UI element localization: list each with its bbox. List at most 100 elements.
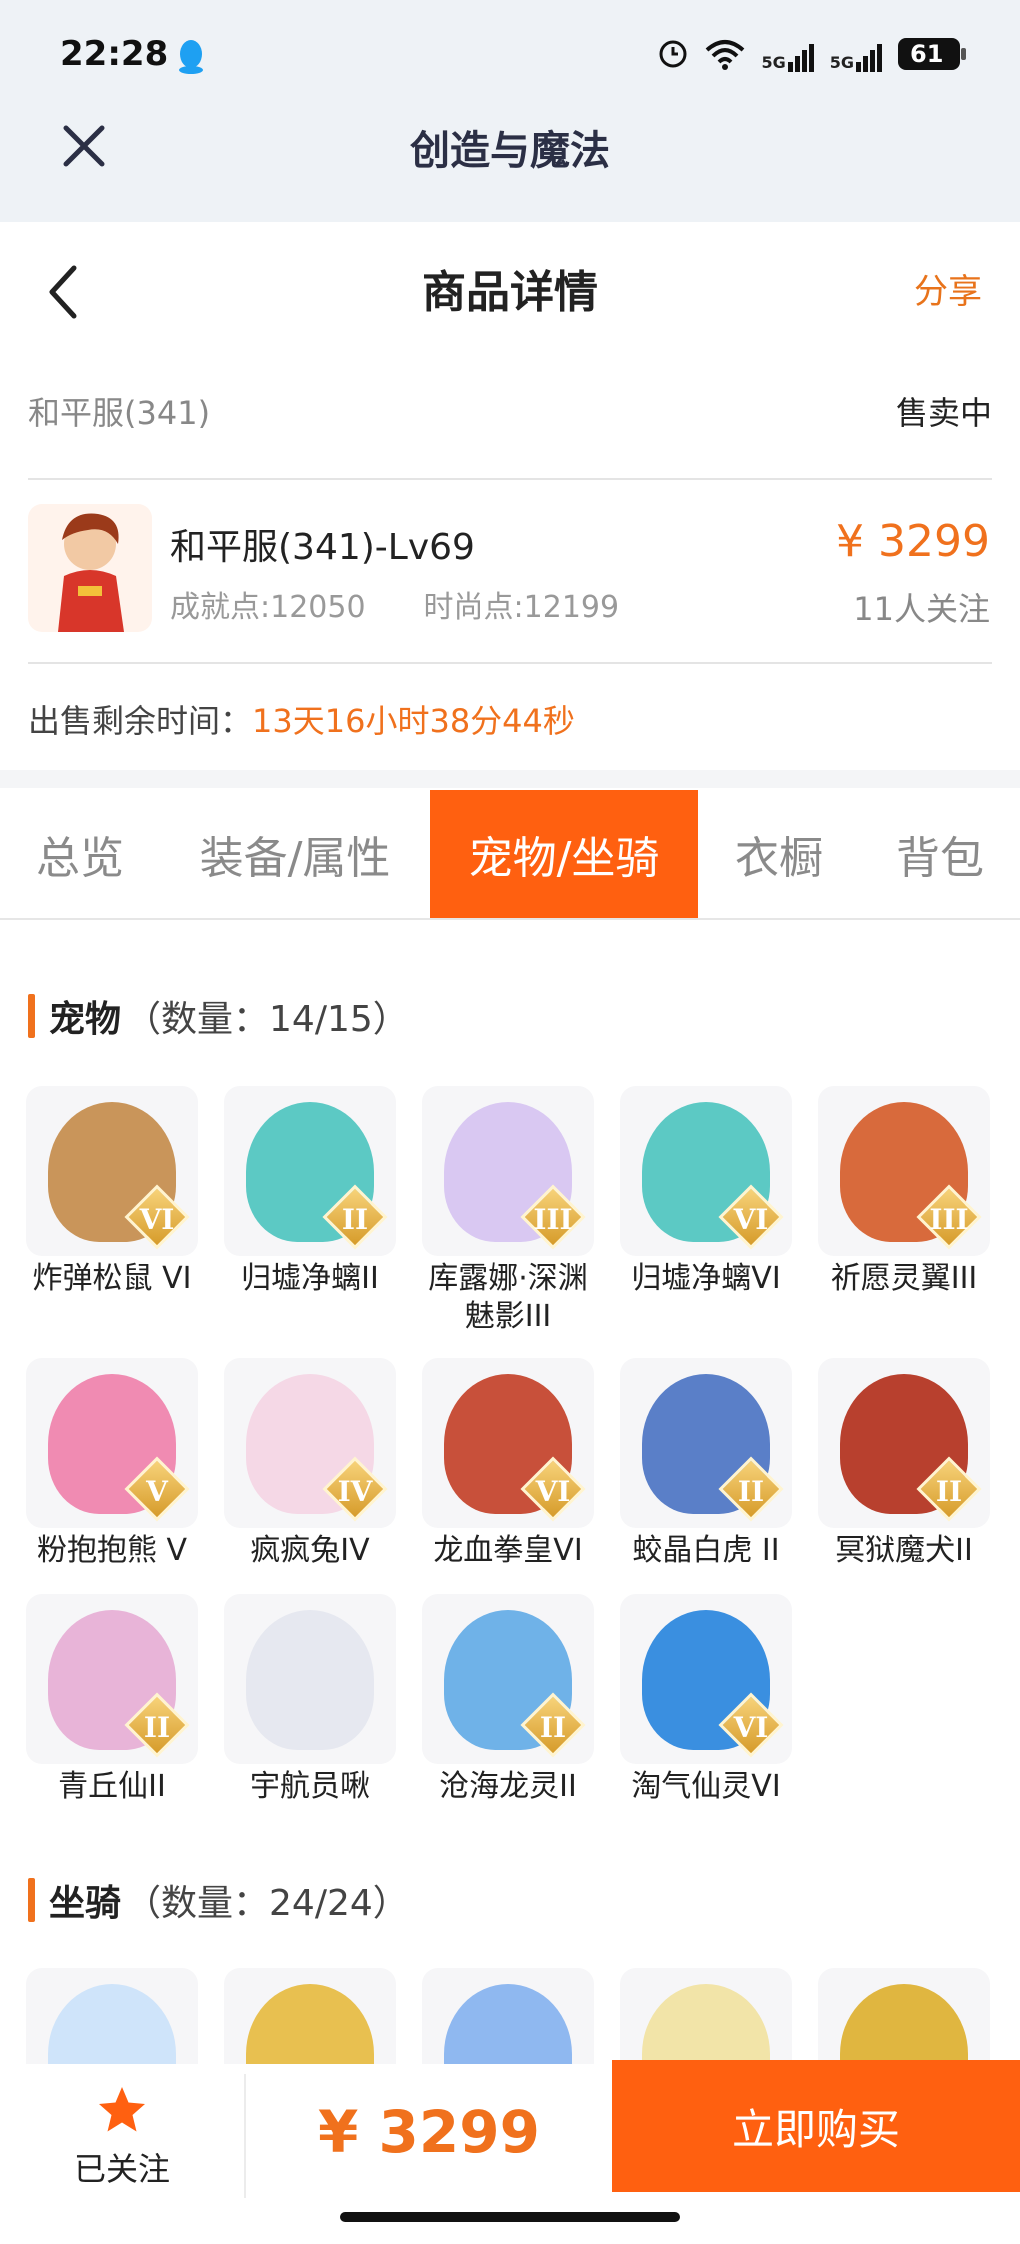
pet-name: 淘气仙灵VI [631, 1769, 781, 1804]
pet-item[interactable]: VI 淘气仙灵VI [620, 1594, 792, 1806]
pet-image: VI [620, 1086, 792, 1256]
page-title: 商品详情 [422, 267, 598, 318]
pet-item[interactable]: II 沧海龙灵II [422, 1594, 594, 1806]
tab-wardrobe[interactable]: 衣橱 [698, 790, 860, 918]
mounts-count: （数量：24/24） [125, 1883, 409, 1924]
pet-name: 粉抱抱熊 V [36, 1533, 188, 1568]
home-indicator[interactable] [340, 2212, 680, 2222]
mount-figure [444, 1984, 572, 2064]
status-icons: 5G 5G 61 [657, 34, 966, 74]
network-type-2: 5G [829, 53, 854, 72]
product-stats: 成就点:12050 时尚点:12199 [170, 582, 619, 626]
qq-penguin-icon [179, 40, 203, 74]
tab-pets-mounts[interactable]: 宠物/坐骑 [430, 790, 698, 918]
pet-image [224, 1594, 396, 1764]
mount-item[interactable] [818, 1968, 990, 2064]
character-avatar [28, 504, 152, 632]
pet-name: 青丘仙II [58, 1769, 166, 1804]
pet-image: III [818, 1086, 990, 1256]
section-accent-bar [28, 1878, 35, 1922]
rank-badge-text: V [146, 1475, 168, 1508]
pet-image: VI [620, 1594, 792, 1764]
mount-figure [840, 1984, 968, 2064]
tab-overview[interactable]: 总览 [0, 790, 160, 918]
pet-image: II [422, 1594, 594, 1764]
battery-icon: 61 [898, 38, 966, 70]
server-row: 和平服(341) 售卖中 [28, 388, 992, 434]
mounts-title: 坐骑 [49, 1883, 122, 1924]
pet-item[interactable]: VI 归墟净螭VI [620, 1086, 792, 1298]
pet-item[interactable]: III 祈愿灵翼III [818, 1086, 990, 1298]
pet-image: III [422, 1086, 594, 1256]
pet-item[interactable]: VI 炸弹松鼠 VI [26, 1086, 198, 1298]
pet-item[interactable]: III 库露娜·深渊魅影III [422, 1086, 594, 1336]
mount-image [26, 1968, 198, 2064]
follow-button[interactable]: 已关注 [0, 2064, 244, 2200]
tab-bar: 总览 装备/属性 宠物/坐骑 衣橱 背包 [0, 790, 1020, 920]
share-button[interactable]: 分享 [914, 264, 982, 313]
pet-name: 炸弹松鼠 VI [32, 1261, 192, 1296]
pet-item[interactable]: IV 疯疯兔IV [224, 1358, 396, 1570]
pet-item[interactable]: V 粉抱抱熊 V [26, 1358, 198, 1570]
section-accent-bar [28, 994, 35, 1038]
rank-badge-text: III [929, 1203, 969, 1236]
divider [28, 478, 992, 480]
star-icon [99, 2087, 145, 2132]
mount-item[interactable] [224, 1968, 396, 2064]
remaining-time-value: 13天16小时38分44秒 [252, 702, 575, 740]
rank-badge-text: II [539, 1711, 567, 1744]
pet-item[interactable]: VI 龙血拳皇VI [422, 1358, 594, 1570]
network-type-1: 5G [761, 53, 786, 72]
pet-name: 归墟净螭II [241, 1261, 379, 1296]
pet-name: 蛟晶白虎 II [632, 1533, 780, 1568]
pets-count: （数量：14/15） [125, 999, 409, 1040]
server-name: 和平服(341) [28, 394, 211, 432]
buy-now-button[interactable]: 立即购买 [612, 2060, 1020, 2192]
pet-name: 龙血拳皇VI [433, 1533, 583, 1568]
pet-name: 冥狱魔犬II [835, 1533, 973, 1568]
remaining-time-label: 出售剩余时间： [28, 702, 253, 740]
bottom-price: ¥ 3299 [318, 2098, 540, 2166]
app-title: 创造与魔法 [410, 128, 610, 174]
battery-level: 61 [910, 40, 944, 68]
mounts-grid [26, 1968, 1006, 2064]
top-bar: 22:28 5G 5G 61 创造与魔法 [0, 0, 1020, 222]
pet-item[interactable]: II 归墟净螭II [224, 1086, 396, 1298]
divider [28, 662, 992, 664]
pet-item[interactable]: II 冥狱魔犬II [818, 1358, 990, 1570]
mount-item[interactable] [422, 1968, 594, 2064]
pet-name: 祈愿灵翼III [830, 1261, 978, 1296]
pets-title: 宠物 [49, 999, 122, 1040]
mount-figure [48, 1984, 176, 2064]
pet-name: 归墟净螭VI [631, 1261, 781, 1296]
pets-grid: VI 炸弹松鼠 VI II 归墟净螭II III 库露娜·深渊魅影III VI 归墟净螭VI I… [26, 1086, 1006, 1846]
rank-badge-text: VI [139, 1203, 175, 1236]
remaining-time: 出售剩余时间：13天16小时38分44秒 [28, 696, 575, 742]
rank-badge-text: II [143, 1711, 171, 1744]
mount-item[interactable] [620, 1968, 792, 2064]
alarm-icon [659, 40, 687, 68]
mount-image [818, 1968, 990, 2064]
pet-image: II [26, 1594, 198, 1764]
rank-badge-text: VI [733, 1203, 769, 1236]
sale-status: 售卖中 [895, 394, 992, 432]
mount-item[interactable] [26, 1968, 198, 2064]
product-name: 和平服(341)-Lv69 [170, 527, 475, 568]
pets-section-title: 宠物 （数量：14/15） [28, 990, 409, 1042]
pet-name: 沧海龙灵II [439, 1769, 577, 1804]
tab-backpack[interactable]: 背包 [860, 790, 1020, 918]
cell-signal-icon-2: 5G [830, 36, 882, 72]
rank-badge-text: II [737, 1475, 765, 1508]
pet-item[interactable]: 宇航员啾 [224, 1594, 396, 1806]
cell-signal-icon-1: 5G [761, 36, 814, 72]
pet-item[interactable]: II 蛟晶白虎 II [620, 1358, 792, 1570]
tab-equipment[interactable]: 装备/属性 [160, 790, 430, 918]
status-bar: 22:28 5G 5G 61 [0, 0, 1020, 110]
pet-name: 库露娜·深渊魅影III [428, 1261, 588, 1334]
pet-image: IV [224, 1358, 396, 1528]
mount-image [224, 1968, 396, 2064]
mount-figure [642, 1984, 770, 2064]
pet-item[interactable]: II 青丘仙II [26, 1594, 198, 1806]
status-time: 22:28 [60, 34, 169, 74]
achievement-points: 成就点:12050 [170, 590, 366, 625]
